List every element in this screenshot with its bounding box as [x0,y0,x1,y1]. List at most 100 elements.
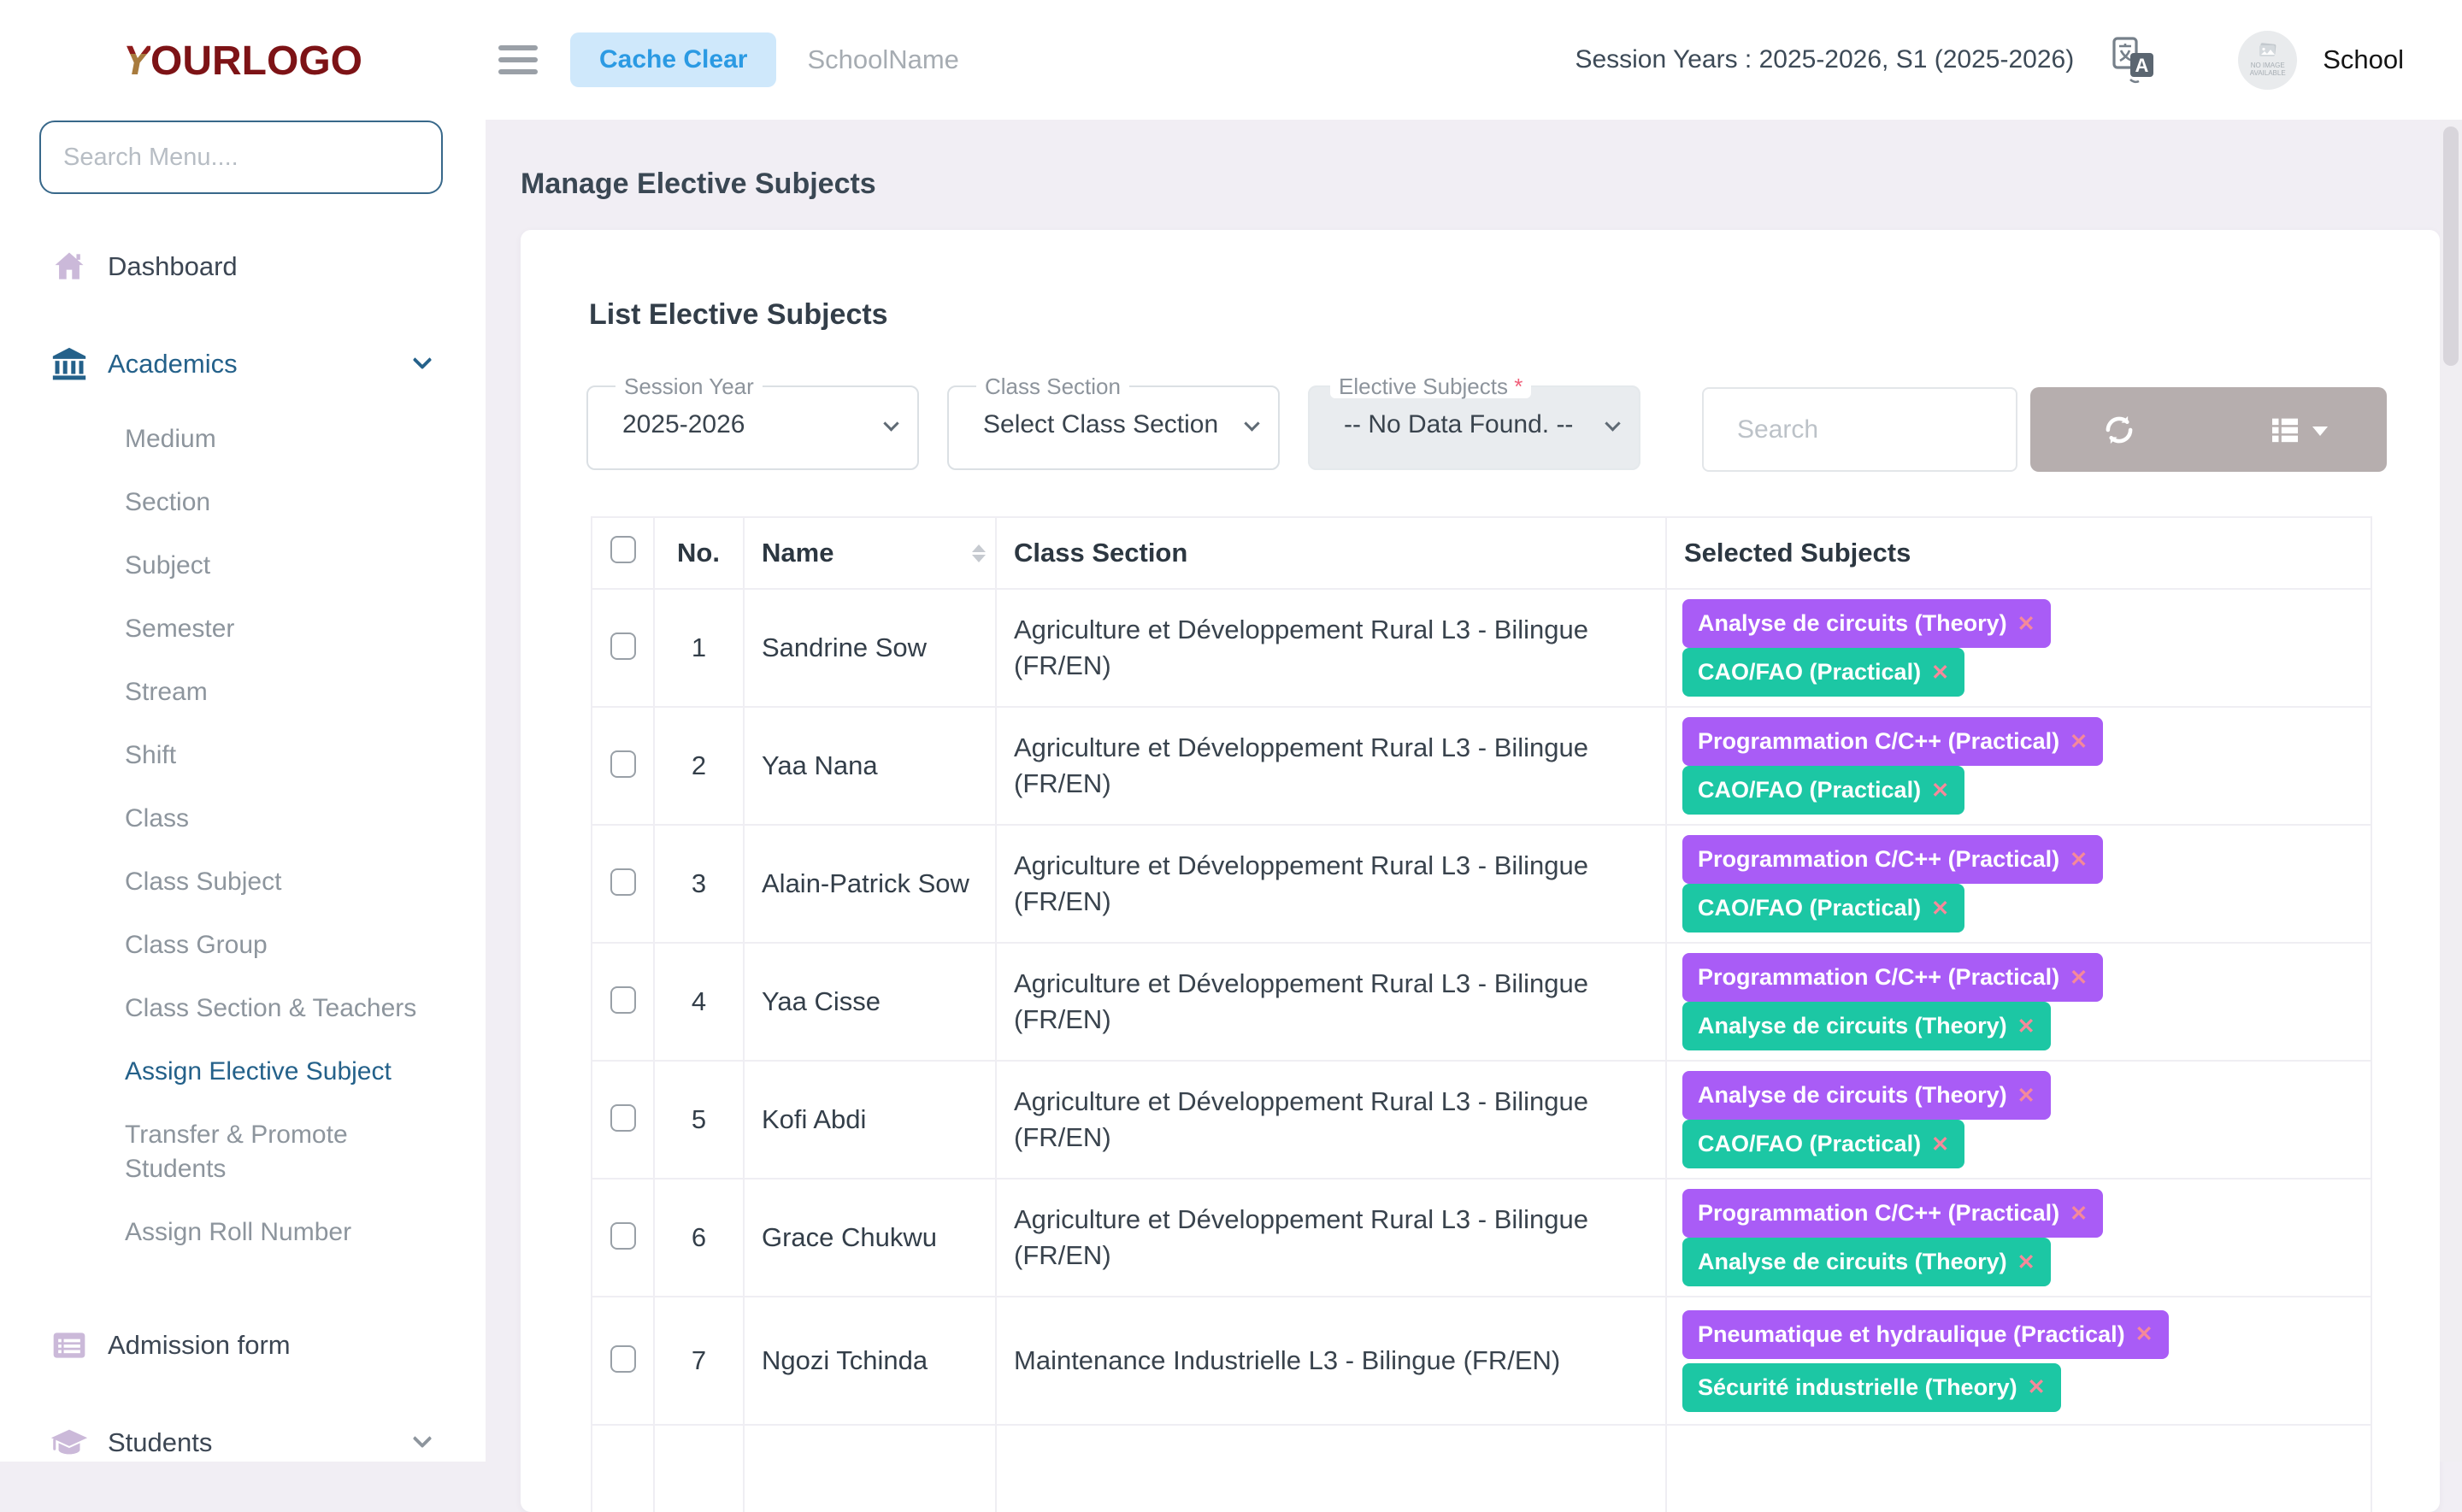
header-name[interactable]: Name [744,517,996,589]
remove-subject-icon[interactable]: ✕ [2070,965,2088,991]
subject-badge: CAO/FAO (Practical)✕ [1682,648,1964,697]
row-checkbox[interactable] [610,868,636,896]
sidebar-item-admission-form[interactable]: Admission form [0,1314,486,1377]
remove-subject-icon[interactable]: ✕ [2017,1014,2035,1039]
sidebar-subitem-class[interactable]: Class [125,787,443,850]
sidebar-subitem-assign-roll-number[interactable]: Assign Roll Number [125,1201,443,1264]
graduation-cap-icon [50,1423,89,1462]
subject-badge: Pneumatique et hydraulique (Practical)✕ [1682,1310,2169,1359]
table-row: 6Grace ChukwuAgriculture et Développemen… [592,1179,2371,1297]
table-row: 1Sandrine SowAgriculture et Développemen… [592,589,2371,707]
subject-badge: CAO/FAO (Practical)✕ [1682,766,1964,815]
refresh-button[interactable] [2030,387,2209,472]
sidebar-subitem-class-group[interactable]: Class Group [125,914,443,977]
table-actions-group [2030,387,2387,472]
sidebar-item-label: Admission form [108,1330,291,1361]
sidebar-subitem-semester[interactable]: Semester [125,597,443,661]
page-scrollbar[interactable] [2440,120,2462,1462]
class-section-select[interactable]: Class Section Select Class Section [947,374,1280,470]
class-section-cell: Agriculture et Développement Rural L3 - … [996,943,1666,1061]
sidebar-subitem-medium[interactable]: Medium [125,408,443,471]
logo-y-glyph: Y [123,38,150,84]
app-logo: YOURLOGO [0,38,486,85]
remove-subject-icon[interactable]: ✕ [2028,1374,2046,1400]
selected-subjects-cell: Pneumatique et hydraulique (Practical)✕S… [1666,1297,2371,1425]
remove-subject-icon[interactable]: ✕ [2017,1250,2035,1275]
header-no: No. [654,517,744,589]
bank-icon [50,344,89,384]
sidebar-item-students[interactable]: Students [0,1411,486,1474]
remove-subject-icon[interactable]: ✕ [2017,1083,2035,1109]
sidebar-subitem-class-section-teachers[interactable]: Class Section & Teachers [125,977,443,1040]
remove-subject-icon[interactable]: ✕ [2070,729,2088,755]
table-header-row: No. Name Class Section Selected Subjects [592,517,2371,589]
row-checkbox[interactable] [610,750,636,778]
school-name-label: SchoolName [807,44,958,75]
session-year-value: 2025-2026 [609,410,745,439]
remove-subject-icon[interactable]: ✕ [2017,611,2035,637]
sidebar-subitem-section[interactable]: Section [125,471,443,534]
row-checkbox[interactable] [610,1104,636,1132]
row-number: 3 [654,825,744,943]
remove-subject-icon[interactable]: ✕ [1931,896,1949,921]
class-section-cell: Agriculture et Développement Rural L3 - … [996,1179,1666,1297]
refresh-icon [2101,412,2137,448]
subject-badge: Programmation C/C++ (Practical)✕ [1682,717,2103,766]
student-name: Ngozi Tchinda [744,1297,996,1425]
row-checkbox[interactable] [610,986,636,1014]
selected-subjects-cell: Analyse de circuits (Theory)✕CAO/FAO (Pr… [1666,1061,2371,1179]
remove-subject-icon[interactable]: ✕ [1931,1132,1949,1157]
hamburger-menu-icon[interactable] [498,38,538,81]
sidebar-subitem-transfer-promote-students[interactable]: Transfer & Promote Students [125,1103,443,1201]
select-all-checkbox[interactable] [610,536,636,563]
chevron-down-icon [413,1429,433,1449]
selected-subjects-cell: Programmation C/C++ (Practical)✕Analyse … [1666,1179,2371,1297]
row-checkbox[interactable] [610,632,636,660]
no-image-icon [2257,43,2279,60]
sidebar-item-academics[interactable]: Academics [0,332,486,396]
avatar[interactable]: NO IMAGE AVAILABLE [2238,31,2297,90]
selected-subjects-cell: Programmation C/C++ (Practical)✕CAO/FAO … [1666,707,2371,825]
sidebar-item-dashboard[interactable]: Dashboard [0,235,486,298]
session-year-select[interactable]: Session Year 2025-2026 [586,374,919,470]
sidebar-subitem-stream[interactable]: Stream [125,661,443,724]
student-name: Sandrine Sow [744,589,996,707]
columns-list-button[interactable] [2209,387,2388,472]
sidebar-subitem-subject[interactable]: Subject [125,534,443,597]
user-menu[interactable]: School [2323,44,2404,75]
sidebar-subitem-assign-elective-subject[interactable]: Assign Elective Subject [125,1040,443,1103]
scrollbar-thumb[interactable] [2443,126,2459,366]
sidebar-subitem-class-subject[interactable]: Class Subject [125,850,443,914]
chevron-down-icon [883,415,898,431]
sidebar-item-label: Students [108,1427,212,1458]
chevron-down-icon [1605,415,1620,431]
sidebar-subitem-shift[interactable]: Shift [125,724,443,787]
remove-subject-icon[interactable]: ✕ [2070,847,2088,873]
class-section-cell: Agriculture et Développement Rural L3 - … [996,589,1666,707]
remove-subject-icon[interactable]: ✕ [2135,1321,2153,1347]
language-translate-icon[interactable]: A [2112,36,2156,84]
elective-subjects-select[interactable]: Elective Subjects * -- No Data Found. -- [1308,374,1640,470]
table-search-input[interactable] [1702,387,2017,472]
elective-subjects-card: List Elective Subjects Session Year 2025… [521,230,2440,1512]
menu-search-input[interactable] [39,121,443,194]
row-number: 6 [654,1179,744,1297]
student-name: Yaa Cisse [744,943,996,1061]
subject-badge: Analyse de circuits (Theory)✕ [1682,1238,2051,1286]
filters-row: Session Year 2025-2026 Class Section Sel… [586,374,2440,472]
row-number: 2 [654,707,744,825]
selected-subjects-cell: Programmation C/C++ (Practical)✕Analyse … [1666,943,2371,1061]
remove-subject-icon[interactable]: ✕ [1931,660,1949,685]
page-content: Manage Elective Subjects List Elective S… [486,120,2462,1512]
row-number: 1 [654,589,744,707]
form-icon [50,1326,89,1365]
row-checkbox[interactable] [610,1345,636,1373]
cache-clear-button[interactable]: Cache Clear [570,32,776,87]
student-name: Alain-Patrick Sow [744,825,996,943]
remove-subject-icon[interactable]: ✕ [2070,1201,2088,1227]
remove-subject-icon[interactable]: ✕ [1931,778,1949,803]
list-icon [2268,413,2302,447]
sort-icon[interactable] [972,544,986,562]
row-checkbox[interactable] [610,1222,636,1250]
subject-badge: CAO/FAO (Practical)✕ [1682,1120,1964,1168]
